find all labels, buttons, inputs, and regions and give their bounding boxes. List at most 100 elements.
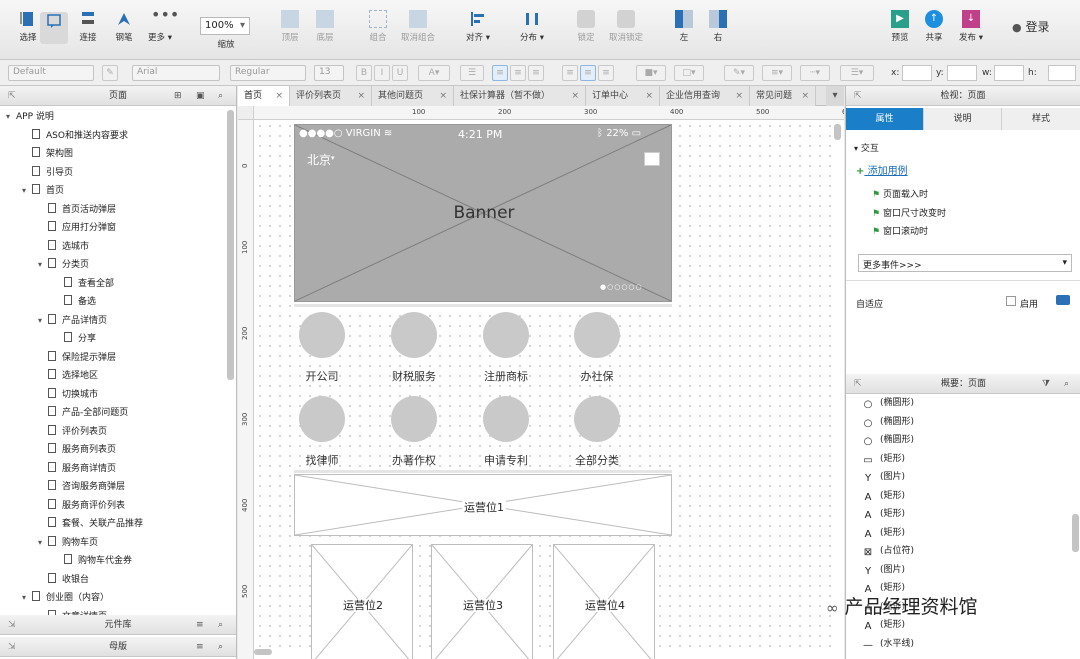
tree-item[interactable]: 购物车代金券 bbox=[54, 552, 132, 571]
line-style-button[interactable]: ┄▾ bbox=[800, 65, 830, 81]
publish-button[interactable]: ↓ 发布 ▾ bbox=[955, 10, 987, 43]
outline-item[interactable]: — (水平线) bbox=[862, 635, 914, 653]
tab-2[interactable]: 其他问题页 × bbox=[372, 86, 454, 106]
banner-placeholder[interactable]: ●●●●○ VIRGIN ≋ 4:21 PM ᛒ 22% ▭ 北京▾ Banne… bbox=[294, 124, 672, 302]
h-field[interactable] bbox=[1048, 65, 1076, 81]
tree-item[interactable]: ▾ 产品详情页 bbox=[38, 312, 107, 331]
outline-search-icon[interactable]: ⌕ bbox=[1064, 374, 1069, 394]
tree-item[interactable]: ▾ 分类页 bbox=[38, 256, 89, 275]
close-icon[interactable]: × bbox=[357, 86, 365, 106]
tree-item[interactable]: 产品-全部问题页 bbox=[38, 404, 128, 423]
add-case-link[interactable]: + 添加用例 bbox=[856, 162, 908, 177]
select-mode-button[interactable] bbox=[40, 12, 68, 44]
close-icon[interactable]: × bbox=[645, 86, 653, 106]
tree-item[interactable]: 备选 bbox=[54, 293, 96, 312]
tree-item[interactable]: 套餐、关联产品推荐 bbox=[38, 515, 143, 534]
caret-icon[interactable]: ▾ bbox=[22, 589, 32, 607]
category-icon[interactable] bbox=[299, 312, 345, 358]
tab-5[interactable]: 企业信用查询 × bbox=[660, 86, 750, 106]
valign-bottom-button[interactable]: ≡ bbox=[598, 65, 614, 81]
align-button[interactable]: 对齐 ▾ bbox=[462, 10, 494, 43]
category-icon[interactable] bbox=[483, 396, 529, 442]
line-width-button[interactable]: ≡▾ bbox=[762, 65, 792, 81]
font-weight-select[interactable]: Regular bbox=[230, 65, 306, 81]
enable-adaptive-checkbox[interactable] bbox=[1006, 296, 1016, 306]
masters-panel-header[interactable]: ⇲ 母版 ≡ ⌕ bbox=[0, 637, 236, 657]
tab-notes[interactable]: 说明 bbox=[924, 108, 1002, 130]
tree-item[interactable]: 服务商详情页 bbox=[38, 460, 116, 479]
tree-item[interactable]: ASO和推送内容要求 bbox=[22, 127, 128, 146]
lock-button[interactable]: 锁定 bbox=[572, 10, 600, 43]
tree-item[interactable]: 服务商列表页 bbox=[38, 441, 116, 460]
category-icon[interactable] bbox=[391, 312, 437, 358]
event-item[interactable]: ⚑ 窗口尺寸改变时 bbox=[872, 206, 946, 219]
tree-item[interactable]: ▾ 购物车页 bbox=[38, 534, 98, 553]
category-icon[interactable] bbox=[391, 396, 437, 442]
tab-3[interactable]: 社保计算器（暂不做） × bbox=[454, 86, 586, 106]
category-icon[interactable] bbox=[574, 396, 620, 442]
tab-properties[interactable]: 属性 bbox=[846, 108, 924, 130]
x-field[interactable] bbox=[902, 65, 932, 81]
masters-search-icon[interactable]: ⌕ bbox=[218, 637, 223, 657]
font-color-button[interactable]: A▾ bbox=[418, 65, 450, 81]
align-right-text-button[interactable]: ≡ bbox=[528, 65, 544, 81]
menu-icon[interactable]: ≡ bbox=[196, 637, 204, 657]
city-selector[interactable]: 北京▾ bbox=[307, 151, 335, 168]
bullet-button[interactable]: ☰ bbox=[460, 65, 484, 81]
tree-item[interactable]: ▾ APP 说明 bbox=[6, 108, 54, 127]
tab-1[interactable]: 评价列表页 × bbox=[290, 86, 372, 106]
preview-button[interactable]: ▶ 预览 bbox=[886, 10, 914, 43]
ad-slot-4[interactable]: 运营位4 bbox=[553, 544, 655, 659]
ad-slot-2[interactable]: 运营位2 bbox=[311, 544, 413, 659]
tree-item[interactable]: 切换城市 bbox=[38, 386, 98, 405]
group-button[interactable]: 组合 bbox=[364, 10, 392, 43]
pen-tool[interactable]: 钢笔 bbox=[110, 10, 138, 43]
filter-icon[interactable]: ⧩ bbox=[1042, 374, 1050, 394]
canvas-vertical-scrollbar[interactable] bbox=[834, 124, 841, 140]
tree-item[interactable]: 选择地区 bbox=[38, 367, 98, 386]
outline-item[interactable]: A (矩形) bbox=[862, 524, 905, 542]
close-icon[interactable]: × bbox=[571, 86, 579, 106]
outline-item[interactable]: ○ (椭圆形) bbox=[862, 413, 914, 431]
more-tools-button[interactable]: ••• 更多 ▾ bbox=[144, 7, 179, 44]
category-icon[interactable] bbox=[299, 396, 345, 442]
collapse-icon[interactable]: ⇱ bbox=[854, 374, 862, 394]
caret-icon[interactable]: ▾ bbox=[22, 182, 32, 200]
connect-tool[interactable]: 连接 bbox=[74, 10, 102, 43]
outline-scrollbar[interactable] bbox=[1072, 514, 1079, 552]
align-left-button[interactable]: 左 bbox=[672, 10, 696, 43]
tab-6[interactable]: 常见问题 × bbox=[750, 86, 816, 106]
tree-item[interactable]: 引导页 bbox=[22, 164, 73, 183]
style-select[interactable]: Default bbox=[8, 65, 94, 81]
outline-item[interactable]: Y (图片) bbox=[862, 468, 905, 486]
tabs-overflow-button[interactable]: ▾ bbox=[826, 86, 844, 106]
event-item[interactable]: ⚑ 窗口滚动时 bbox=[872, 224, 928, 237]
share-button[interactable]: ↑ 共享 bbox=[920, 10, 948, 43]
event-item[interactable]: ⚑ 页面载入时 bbox=[872, 187, 928, 200]
zoom-select[interactable]: 100% ▾ bbox=[200, 17, 250, 35]
outline-item[interactable]: ○ (椭圆形) bbox=[862, 431, 914, 449]
outline-item[interactable]: A (矩形) bbox=[862, 487, 905, 505]
caret-icon[interactable]: ▾ bbox=[38, 312, 48, 330]
design-canvas[interactable]: 100 200 300 400 500 600 0 100 200 300 400 500 600 ●… bbox=[238, 106, 844, 659]
close-icon[interactable]: × bbox=[275, 86, 283, 106]
caret-icon[interactable]: ▾ bbox=[38, 256, 48, 274]
tree-item[interactable]: 服务商评价列表 bbox=[38, 497, 125, 516]
collapse-icon[interactable]: ⇱ bbox=[8, 86, 16, 106]
search-icon[interactable]: ⌕ bbox=[218, 86, 223, 106]
canvas-horizontal-scrollbar[interactable] bbox=[254, 649, 272, 655]
shadow-button[interactable]: □▾ bbox=[674, 65, 704, 81]
ungroup-button[interactable]: 取消组合 bbox=[398, 10, 438, 43]
valign-top-button[interactable]: ≡ bbox=[562, 65, 578, 81]
close-icon[interactable]: × bbox=[801, 86, 809, 106]
ad-slot-3[interactable]: 运营位3 bbox=[431, 544, 533, 659]
carousel-dots[interactable]: ●○○○○○ bbox=[600, 283, 643, 291]
close-icon[interactable]: × bbox=[439, 86, 447, 106]
login-button[interactable]: ● 登录 bbox=[1012, 18, 1049, 35]
unlock-button[interactable]: 取消锁定 bbox=[606, 10, 646, 43]
line-color-button[interactable]: ✎▾ bbox=[724, 65, 754, 81]
add-folder-icon[interactable]: ▣ bbox=[196, 86, 205, 106]
widgets-search-icon[interactable]: ⌕ bbox=[218, 615, 223, 635]
close-icon[interactable]: × bbox=[735, 86, 743, 106]
outline-item[interactable]: Y (图片) bbox=[862, 561, 905, 579]
